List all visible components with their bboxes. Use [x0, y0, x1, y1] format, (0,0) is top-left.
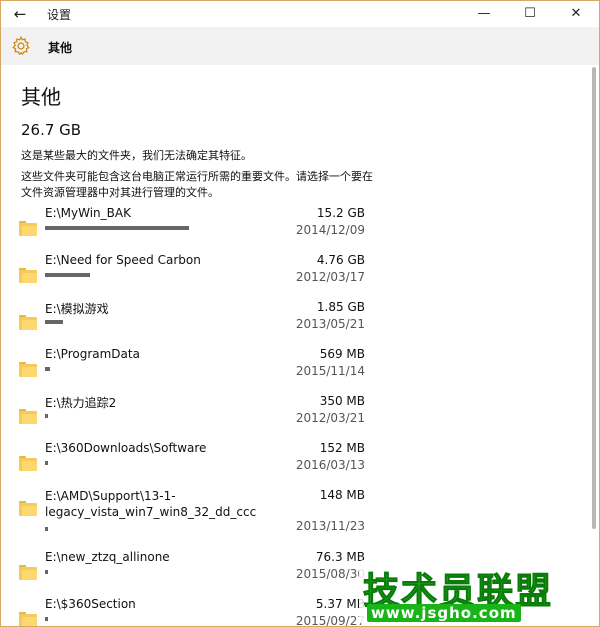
back-arrow-icon[interactable]: ← — [9, 4, 31, 24]
gear-icon — [12, 35, 30, 56]
folder-icon — [19, 565, 37, 580]
watermark-url: www.jsgho.com — [367, 604, 521, 622]
folder-path: E:\Need for Speed Carbon — [45, 253, 201, 267]
folder-size: 5.37 MB — [315, 597, 365, 611]
minimize-button[interactable]: — — [461, 1, 507, 27]
folder-icon — [19, 268, 37, 283]
folder-path: E:\360Downloads\Software — [45, 441, 207, 455]
folder-size: 152 MB — [319, 441, 365, 455]
folder-date: 2016/03/13 — [295, 458, 365, 472]
page-title: 其他 — [21, 85, 61, 109]
folder-list-item[interactable]: E:\AMD\Support\13-1-legacy_vista_win7_wi… — [1, 488, 381, 533]
folder-list-item[interactable]: E:\ProgramData 569 MB 2015/11/14 — [1, 347, 381, 392]
folder-path: E:\MyWin_BAK — [45, 206, 131, 220]
folder-size: 569 MB — [319, 347, 365, 361]
folder-icon — [19, 315, 37, 330]
usage-bar — [45, 367, 50, 371]
folder-path: E:\new_ztzq_allinone — [45, 550, 170, 564]
folder-size: 1.85 GB — [316, 300, 365, 314]
page-header: 其他 — [1, 27, 599, 65]
total-size: 26.7 GB — [21, 121, 82, 139]
usage-bar — [45, 461, 48, 465]
folder-list-item[interactable]: E:\MyWin_BAK 15.2 GB 2014/12/09 — [1, 206, 381, 251]
folder-size: 15.2 GB — [316, 206, 365, 220]
folder-date: 2015/09/27 — [295, 614, 365, 627]
folder-list-item[interactable]: E:\360Downloads\Software 152 MB 2016/03/13 — [1, 441, 381, 486]
folder-list-item[interactable]: E:\模拟游戏 1.85 GB 2013/05/21 — [1, 300, 381, 345]
folder-list-item[interactable]: E:\new_ztzq_allinone 76.3 MB 2015/08/30 — [1, 550, 381, 595]
folder-date: 2012/03/21 — [295, 411, 365, 425]
folder-list-item[interactable]: E:\热力追踪2 350 MB 2012/03/21 — [1, 394, 381, 439]
folder-date: 2015/08/30 — [295, 567, 365, 581]
content-area: 其他 26.7 GB 这是某些最大的文件夹，我们无法确定其特征。 这些文件夹可能… — [1, 65, 587, 627]
settings-window: ← 设置 — ☐ ✕ 其他 其他 26.7 GB 这是某些最大的文件夹，我们无法… — [0, 0, 600, 627]
folder-size: 350 MB — [319, 394, 365, 408]
folder-size: 4.76 GB — [316, 253, 365, 267]
description-paragraph: 这些文件夹可能包含这台电脑正常运行所需的重要文件。请选择一个要在文件资源管理器中… — [21, 170, 373, 199]
scrollbar-thumb[interactable] — [592, 67, 596, 529]
maximize-button[interactable]: ☐ — [507, 1, 553, 27]
close-button[interactable]: ✕ — [553, 1, 599, 27]
folder-path: E:\热力追踪2 — [45, 396, 117, 410]
usage-bar — [45, 226, 189, 230]
header-title: 其他 — [48, 41, 73, 55]
folder-path: E:\模拟游戏 — [45, 302, 109, 316]
folder-list-item[interactable]: E:\$360Section 5.37 MB 2015/09/27 — [1, 597, 381, 627]
usage-bar — [45, 617, 48, 621]
folder-path: E:\AMD\Support\13-1-legacy_vista_win7_wi… — [45, 489, 257, 519]
usage-bar — [45, 570, 48, 574]
folder-size: 76.3 MB — [315, 550, 365, 564]
watermark: 技术员联盟 www.jsgho.com — [359, 560, 591, 624]
folder-path: E:\ProgramData — [45, 347, 140, 361]
window-title: 设置 — [47, 8, 72, 22]
folder-icon — [19, 612, 37, 626]
folder-icon — [19, 409, 37, 424]
description-line: 这是某些最大的文件夹，我们无法确定其特征。 — [21, 149, 252, 162]
usage-bar — [45, 414, 48, 418]
folder-date: 2015/11/14 — [295, 364, 365, 378]
usage-bar — [45, 273, 90, 277]
folder-size: 148 MB — [319, 488, 365, 502]
folder-path: E:\$360Section — [45, 597, 136, 611]
folder-date: 2012/03/17 — [295, 270, 365, 284]
folder-icon — [19, 456, 37, 471]
title-bar: ← 设置 — ☐ ✕ — [1, 1, 599, 27]
usage-bar — [45, 320, 63, 324]
folder-date: 2013/11/23 — [295, 519, 365, 533]
folder-icon — [19, 221, 37, 236]
scrollbar[interactable] — [590, 67, 598, 529]
folder-date: 2014/12/09 — [295, 223, 365, 237]
folder-icon — [19, 501, 37, 516]
usage-bar — [45, 527, 48, 531]
folder-list-item[interactable]: E:\Need for Speed Carbon 4.76 GB 2012/03/1… — [1, 253, 381, 298]
folder-date: 2013/05/21 — [295, 317, 365, 331]
folder-icon — [19, 362, 37, 377]
